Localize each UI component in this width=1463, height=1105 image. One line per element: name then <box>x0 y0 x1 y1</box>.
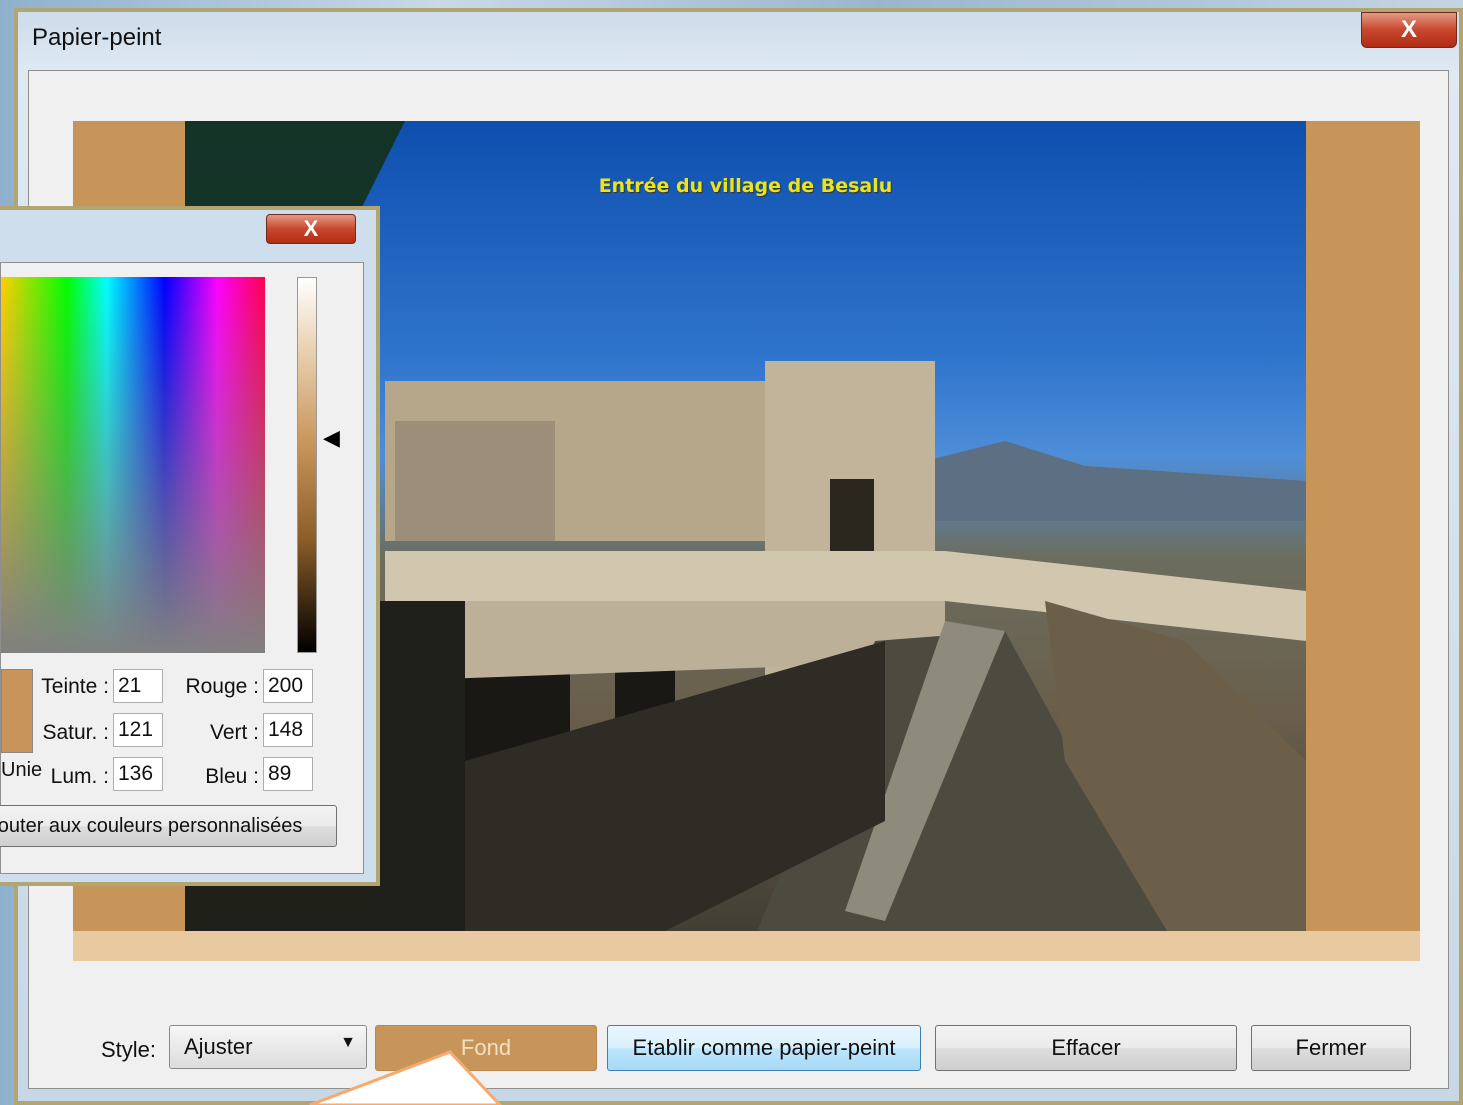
color-swatch <box>1 669 33 753</box>
luminosity-pointer-icon[interactable]: ◀ <box>323 425 340 451</box>
color-spectrum[interactable] <box>1 277 265 653</box>
red-field[interactable]: 200 <box>263 669 313 703</box>
style-dropdown-value: Ajuster <box>184 1034 253 1059</box>
close-icon: X <box>1400 16 1417 43</box>
close-button[interactable]: Fermer <box>1251 1025 1411 1071</box>
color-dialog-client: ◀ Unie Teinte : 21 Satur. : 121 Lum. : 1… <box>0 262 364 874</box>
saturation-label: Satur. : <box>42 721 109 744</box>
add-custom-colors-button[interactable]: Ajouter aux couleurs personnalisées <box>0 805 337 847</box>
close-window-button[interactable]: X <box>1361 12 1457 48</box>
close-icon: X <box>303 216 319 241</box>
color-dialog-close-button[interactable]: X <box>266 214 356 244</box>
hue-field[interactable]: 21 <box>113 669 163 703</box>
window-title: Papier-peint <box>32 24 162 51</box>
color-picker-dialog: X ◀ Unie Teinte : 21 Satur. : 121 Lum. :… <box>0 206 380 886</box>
set-wallpaper-button[interactable]: Etablir comme papier-peint <box>607 1025 921 1071</box>
luminosity-label: Lum. : <box>50 765 109 788</box>
chevron-down-icon: ▼ <box>340 1034 356 1051</box>
luminosity-slider[interactable] <box>297 277 317 653</box>
red-label: Rouge : <box>185 675 259 698</box>
saturation-field[interactable]: 121 <box>113 713 163 747</box>
green-label: Vert : <box>209 721 259 744</box>
preview-bottom-strip <box>73 931 1420 961</box>
photo-caption: Entrée du village de Besalu <box>598 175 893 197</box>
bottom-toolbar: Style: Ajuster ▼ Fond Etablir comme papi… <box>29 1021 1448 1077</box>
luminosity-field[interactable]: 136 <box>113 757 163 791</box>
blue-label: Bleu : <box>205 765 259 788</box>
add-custom-colors-label: Ajouter aux couleurs personnalisées <box>0 814 303 837</box>
solid-color-label: Unie <box>1 759 43 781</box>
hue-label: Teinte : <box>41 675 109 698</box>
background-color-button[interactable]: Fond <box>375 1025 597 1071</box>
erase-button[interactable]: Effacer <box>935 1025 1237 1071</box>
green-field[interactable]: 148 <box>263 713 313 747</box>
style-label: Style: <box>101 1037 157 1062</box>
title-bar[interactable]: Papier-peint X <box>18 12 1459 70</box>
blue-field[interactable]: 89 <box>263 757 313 791</box>
style-dropdown[interactable]: Ajuster ▼ <box>169 1025 367 1069</box>
